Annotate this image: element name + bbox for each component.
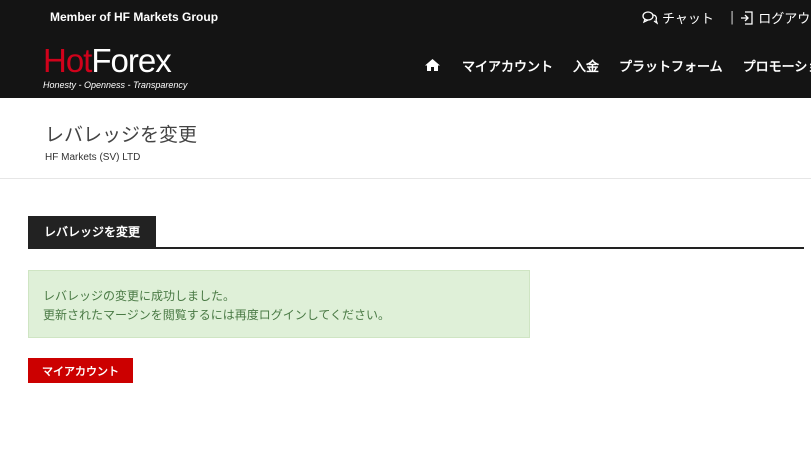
home-icon bbox=[425, 59, 440, 71]
site-header: Member of HF Markets Group チャット | ログアウト … bbox=[0, 0, 811, 98]
tab-change-leverage[interactable]: レバレッジを変更 bbox=[28, 216, 156, 247]
logout-link[interactable]: ログアウト bbox=[740, 8, 811, 27]
page-title: レバレッジを変更 bbox=[45, 124, 198, 146]
logo-wordmark: HotForex bbox=[43, 42, 172, 80]
chat-label: チャット bbox=[662, 12, 714, 27]
header-divider bbox=[0, 178, 811, 179]
main-nav: マイアカウント 入金 プラットフォーム プロモーション bbox=[424, 55, 811, 75]
member-text: Member of HF Markets Group bbox=[50, 10, 219, 24]
alert-line-2: 更新されたマージンを閲覧するには再度ログインしてください。 bbox=[43, 308, 391, 322]
nav-promotions[interactable]: プロモーション bbox=[743, 56, 811, 75]
tab-underline bbox=[28, 247, 804, 249]
nav-deposit[interactable]: 入金 bbox=[573, 56, 599, 75]
nav-home[interactable] bbox=[424, 58, 441, 72]
logo-hot: Hot bbox=[43, 42, 92, 79]
alert-line-1: レバレッジの変更に成功しました。 bbox=[43, 289, 236, 303]
chat-icon bbox=[642, 10, 658, 24]
chat-link[interactable]: チャット bbox=[642, 8, 714, 27]
logo-tagline: Honesty - Openness - Transparency bbox=[43, 80, 188, 90]
logout-label: ログアウト bbox=[758, 12, 811, 27]
top-links-separator: | bbox=[729, 10, 735, 25]
company-name: HF Markets (SV) LTD bbox=[45, 152, 141, 163]
logo-forex: Forex bbox=[91, 42, 171, 79]
success-alert: レバレッジの変更に成功しました。 更新されたマージンを閲覧するには再度ログインし… bbox=[28, 270, 530, 338]
logout-icon bbox=[741, 10, 753, 25]
top-links: チャット | ログアウト bbox=[642, 8, 811, 27]
my-account-button[interactable]: マイアカウント bbox=[28, 358, 133, 383]
hotforex-logo[interactable]: HotForex Honesty - Openness - Transparen… bbox=[43, 42, 203, 96]
nav-platforms[interactable]: プラットフォーム bbox=[619, 56, 723, 75]
nav-my-account[interactable]: マイアカウント bbox=[462, 56, 553, 75]
